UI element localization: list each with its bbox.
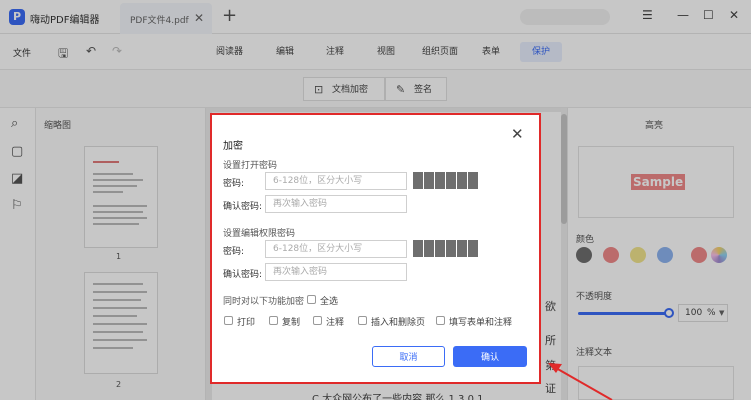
- checkbox-box[interactable]: [436, 316, 445, 325]
- permission-insert-delete-pages-label: 插入和删除页: [371, 318, 426, 328]
- checkbox-box[interactable]: [269, 316, 278, 325]
- open-password-section-title: 设置打开密码: [223, 161, 278, 171]
- permission-print-label: 打印: [237, 318, 256, 328]
- cancel-button[interactable]: 取消: [372, 346, 445, 367]
- select-all-label: 全选: [320, 297, 339, 307]
- permission-annotate-label: 注释: [326, 318, 345, 328]
- open-confirm-input[interactable]: [265, 195, 407, 213]
- checkbox-box[interactable]: [313, 316, 322, 325]
- edit-confirm-label: 确认密码:: [223, 270, 263, 280]
- permission-fill-forms-label: 填写表单和注释: [449, 318, 513, 328]
- open-password-label: 密码:: [223, 179, 245, 189]
- restrict-features-label: 同时对以下功能加密: [223, 297, 305, 307]
- confirm-button[interactable]: 确认: [453, 346, 527, 367]
- edit-password-section-title: 设置编辑权限密码: [223, 229, 296, 239]
- edit-password-input[interactable]: [265, 240, 407, 258]
- checkbox-box[interactable]: [358, 316, 367, 325]
- open-password-strength-meter: [413, 172, 481, 189]
- open-password-input[interactable]: [265, 172, 407, 190]
- checkbox-box[interactable]: [307, 295, 316, 304]
- encrypt-dialog: 加密 ✕ 设置打开密码 密码: 确认密码: 设置编辑权限密码 密码: 确认密码:…: [212, 115, 539, 382]
- dialog-title: 加密: [223, 141, 243, 152]
- open-confirm-label: 确认密码:: [223, 202, 263, 212]
- close-icon[interactable]: ✕: [511, 127, 524, 142]
- checkbox-box[interactable]: [224, 316, 233, 325]
- edit-password-label: 密码:: [223, 247, 245, 257]
- edit-password-strength-meter: [413, 240, 481, 257]
- edit-confirm-input[interactable]: [265, 263, 407, 281]
- permission-copy-label: 复制: [282, 318, 301, 328]
